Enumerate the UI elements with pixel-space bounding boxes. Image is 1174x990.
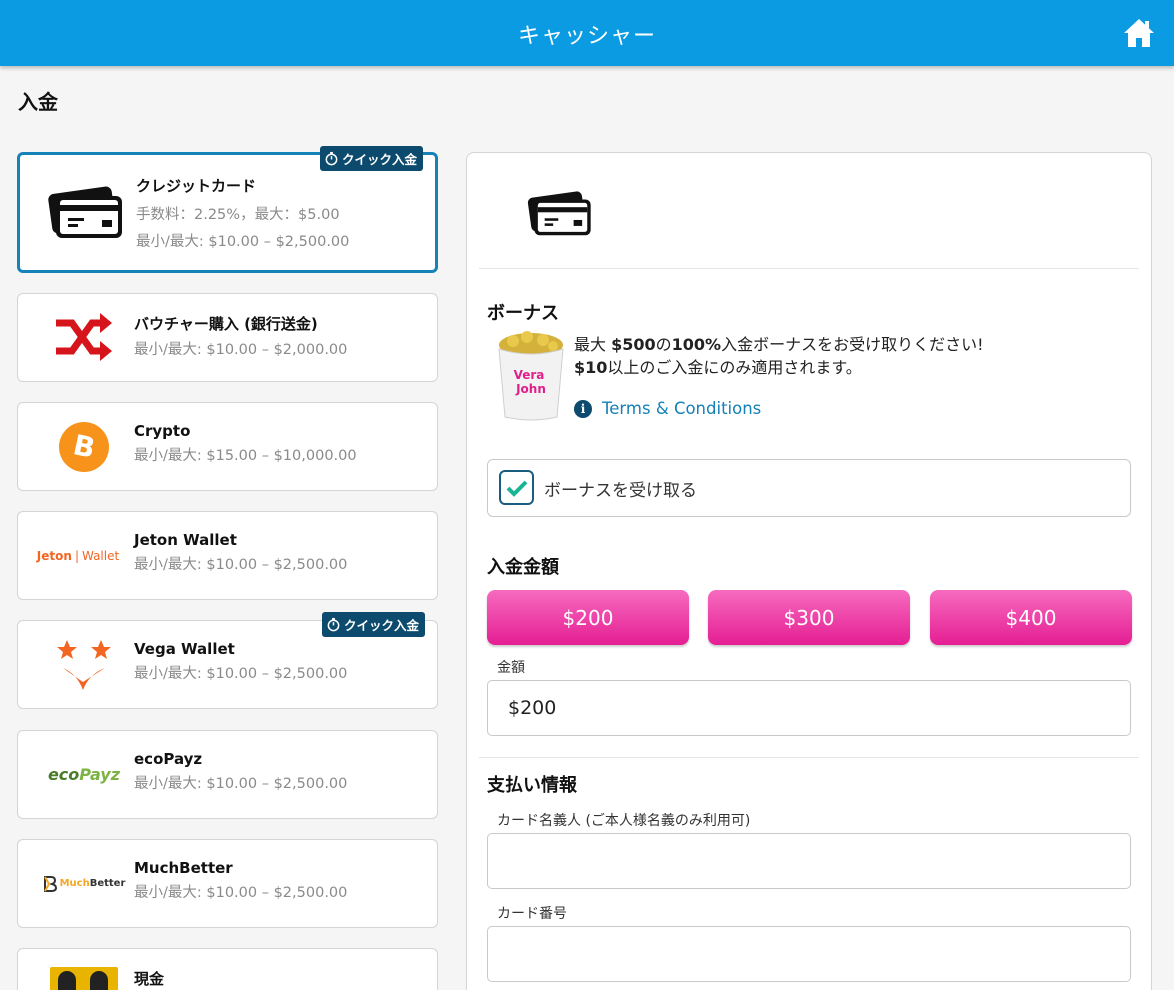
method-name: クレジットカード	[136, 177, 257, 195]
method-ecopayz[interactable]: eco Payz ecoPayz 最小/最大: $10.00 – $2,500.0…	[17, 730, 438, 819]
vega-stars-icon	[57, 639, 111, 690]
jeton-logo-sub: Wallet	[81, 548, 120, 563]
card-number-label: カード番号	[497, 906, 567, 922]
bonus-line1-pre: 最大	[574, 335, 612, 354]
method-muchbetter[interactable]: Much Better MuchBetter 最小/最大: $10.00 – $2…	[17, 839, 438, 928]
bonus-min-amount: $10	[574, 358, 608, 377]
method-crypto[interactable]: B Crypto 最小/最大: $15.00 – $10,000.00	[17, 402, 438, 491]
method-credit-card[interactable]: クイック入金 クレジットカード 手数料：2.25%，最大：$5.00 最小/最大…	[17, 146, 438, 273]
payment-info-heading: 支払い情報	[487, 775, 577, 796]
bonus-line1-mid: の	[655, 335, 672, 354]
method-name: バウチャー購入 (銀行送金)	[134, 315, 318, 333]
bonus-image-text-vera: Vera	[514, 368, 545, 382]
credit-card-logo	[34, 155, 138, 270]
vega-logo	[32, 621, 136, 708]
method-limits: 最小/最大: $10.00 – $2,500.00	[136, 234, 350, 250]
credit-card-icon	[527, 191, 591, 236]
amount-preset-300[interactable]: $300	[708, 590, 910, 645]
stopwatch-icon	[327, 617, 340, 632]
jeton-logo: Jeton | Wallet	[26, 512, 130, 599]
jeton-logo-text: Jeton	[36, 548, 72, 563]
bonus-line2-post: 以上のご入金にのみ適用されます。	[607, 358, 862, 377]
muchbetter-b-icon	[43, 875, 57, 892]
method-jeton-wallet[interactable]: Jeton | Wallet Jeton Wallet 最小/最大: $10.0…	[17, 511, 438, 600]
credit-card-icon	[48, 186, 122, 238]
jeton-logo-divider: |	[74, 548, 79, 563]
method-limits: 最小/最大: $10.00 – $2,500.00	[134, 885, 348, 901]
method-voucher[interactable]: バウチャー購入 (銀行送金) 最小/最大: $10.00 – $2,000.00	[17, 293, 438, 382]
ecopayz-logo-payz: Payz	[79, 765, 121, 784]
muchbetter-logo-better: Better	[89, 878, 126, 889]
method-limits: 最小/最大: $10.00 – $2,500.00	[134, 666, 348, 682]
page-title: 入金	[18, 90, 58, 114]
method-limits: 最小/最大: $10.00 – $2,500.00	[134, 776, 348, 792]
amount-preset-400[interactable]: $400	[930, 590, 1132, 645]
home-icon[interactable]	[1122, 16, 1156, 50]
stopwatch-icon	[325, 151, 338, 166]
bonus-heading: ボーナス	[487, 303, 559, 324]
voucher-logo	[32, 294, 136, 381]
divider	[479, 268, 1139, 269]
method-name: Jeton Wallet	[134, 531, 237, 549]
bonus-image-text-john: John	[515, 382, 546, 396]
bonus-checkbox-label: ボーナスを受け取る	[544, 481, 697, 501]
amount-preset-200[interactable]: $200	[487, 590, 689, 645]
top-bar: キャッシャー	[0, 0, 1174, 66]
bonus-line-1: 最大 $500の100%入金ボーナスをお受け取りください!	[574, 333, 984, 356]
quick-deposit-label: クイック入金	[341, 152, 417, 167]
bonus-checkbox[interactable]: ボーナスを受け取る	[487, 459, 1131, 517]
method-name: 現金	[134, 970, 165, 988]
header-title: キャッシャー	[517, 24, 656, 49]
bonus-bucket-image: Vera John	[498, 331, 564, 421]
method-fee: 手数料：2.25%，最大：$5.00	[136, 207, 340, 223]
shuffle-icon	[56, 312, 112, 361]
cash-logo	[32, 949, 136, 990]
divider	[479, 757, 1139, 758]
bonus-percent: 100%	[671, 335, 722, 354]
ecopayz-logo-eco: eco	[47, 765, 80, 784]
method-name: MuchBetter	[134, 859, 233, 877]
amount-heading: 入金金額	[487, 557, 559, 578]
bonus-max-amount: $500	[611, 335, 656, 354]
quick-deposit-badge: クイック入金	[321, 612, 425, 637]
muchbetter-logo: Much Better	[32, 840, 136, 927]
bonus-description: 最大 $500の100%入金ボーナスをお受け取りください! $10以上のご入金に…	[574, 333, 984, 379]
quick-deposit-label: クイック入金	[343, 618, 419, 633]
method-name: ecoPayz	[134, 750, 203, 768]
cash-image	[50, 967, 118, 990]
terms-link[interactable]: i Terms & Conditions	[574, 399, 761, 418]
checkbox-box[interactable]	[499, 470, 534, 505]
method-name: Crypto	[134, 422, 191, 440]
info-icon: i	[574, 399, 592, 418]
crypto-logo: B	[32, 403, 136, 490]
method-limits: 最小/最大: $10.00 – $2,500.00	[134, 557, 348, 573]
terms-label: Terms & Conditions	[602, 399, 762, 418]
bonus-line1-post: 入金ボーナスをお受け取りください!	[721, 335, 984, 354]
cardholder-input[interactable]	[487, 833, 1131, 889]
cardholder-label: カード名義人 (ご本人様名義のみ利用可)	[497, 813, 751, 829]
quick-deposit-badge: クイック入金	[319, 146, 423, 171]
method-name: Vega Wallet	[134, 640, 235, 658]
amount-field-label: 金額	[497, 660, 525, 676]
bonus-line-2: $10以上のご入金にのみ適用されます。	[574, 356, 984, 379]
deposit-panel: ボーナス Vera John 最大 $500の100%入金ボーナスをお受け取りく…	[466, 152, 1152, 990]
method-limits: 最小/最大: $15.00 – $10,000.00	[134, 448, 357, 464]
checkmark-icon	[506, 480, 527, 497]
card-number-input[interactable]	[487, 926, 1131, 982]
method-cash[interactable]: 現金	[17, 948, 438, 990]
method-limits: 最小/最大: $10.00 – $2,000.00	[134, 342, 348, 358]
amount-input[interactable]: $200	[487, 680, 1131, 736]
bitcoin-icon: B	[59, 421, 109, 472]
ecopayz-logo: eco Payz	[32, 731, 136, 818]
method-vega-wallet[interactable]: クイック入金 Vega Wallet 最小/最大: $10.00 – $2,50…	[17, 612, 438, 709]
muchbetter-logo-much: Much	[59, 878, 90, 889]
